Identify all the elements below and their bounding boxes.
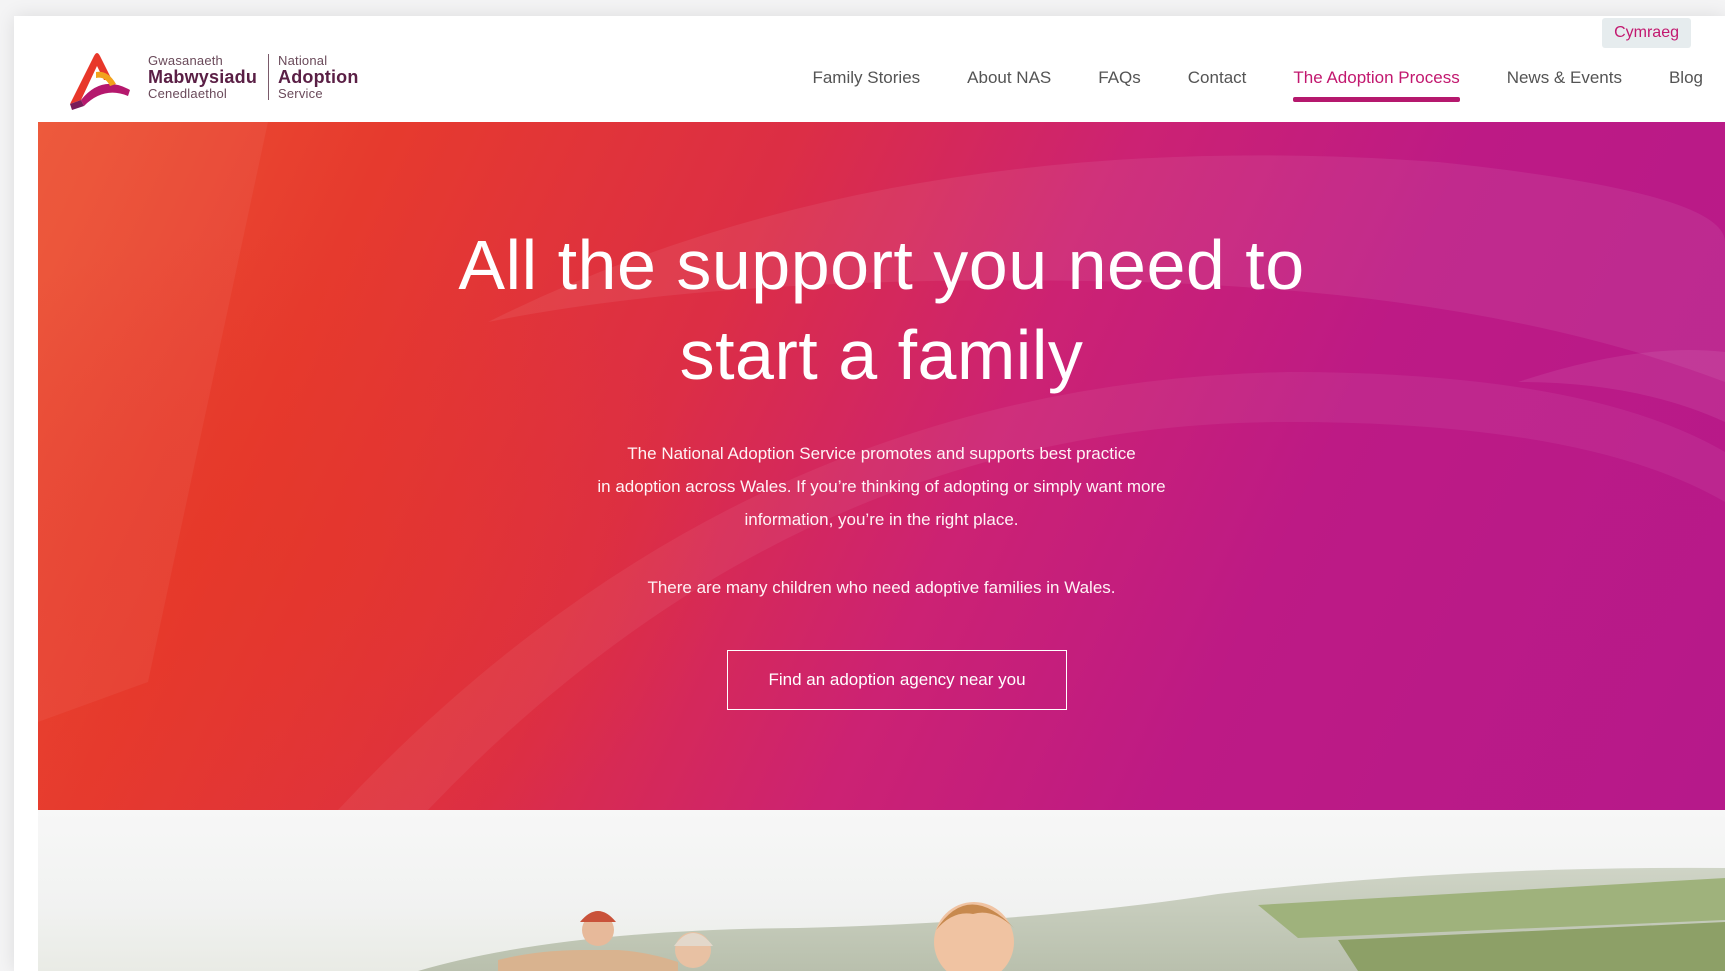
logo-welsh-line2: Mabwysiadu (148, 66, 258, 87)
nav-news-events[interactable]: News & Events (1507, 68, 1622, 98)
family-photo (38, 810, 1725, 971)
nav-the-adoption-process[interactable]: The Adoption Process (1293, 68, 1461, 102)
site-header: Gwasanaeth Mabwysiadu Cenedlaethol Natio… (14, 16, 1725, 122)
hero-description-line3: information, you’re in the right place. (744, 510, 1019, 529)
logo-welsh-line3: Cenedlaethol (148, 85, 228, 101)
logo-english-line3: Service (278, 85, 323, 101)
hero-description-line2: in adoption across Wales. If you’re thin… (597, 477, 1166, 496)
hero-title-line2: start a family (679, 316, 1084, 394)
nav-contact[interactable]: Contact (1188, 68, 1247, 98)
logo-english-line1: National (278, 53, 328, 68)
hero-note: There are many children who need adoptiv… (647, 578, 1116, 597)
nav-about-nas[interactable]: About NAS (967, 68, 1051, 98)
hero-title: All the support you need to start a fami… (38, 220, 1725, 400)
language-toggle-button[interactable]: Cymraeg (1602, 18, 1691, 48)
hero-title-line1: All the support you need to (458, 226, 1305, 304)
hero-banner: All the support you need to start a fami… (38, 122, 1725, 810)
browser-frame: Gwasanaeth Mabwysiadu Cenedlaethol Natio… (0, 0, 1725, 971)
site-logo[interactable]: Gwasanaeth Mabwysiadu Cenedlaethol Natio… (60, 34, 380, 118)
family-photo-icon (418, 867, 1725, 971)
nav-family-stories[interactable]: Family Stories (812, 68, 920, 98)
main-nav: Family Stories About NAS FAQs Contact Th… (765, 68, 1725, 102)
web-page: Gwasanaeth Mabwysiadu Cenedlaethol Natio… (14, 16, 1725, 971)
logo-welsh-name: Gwasanaeth Mabwysiadu Cenedlaethol (148, 54, 257, 100)
adoption-logo-icon (70, 53, 130, 110)
nav-faqs[interactable]: FAQs (1098, 68, 1141, 98)
hero-description-line1: The National Adoption Service promotes a… (627, 444, 1136, 463)
logo-welsh-line1: Gwasanaeth (148, 53, 223, 68)
find-agency-button[interactable]: Find an adoption agency near you (727, 650, 1067, 710)
logo-english-line2: Adoption (278, 66, 359, 87)
logo-english-name: National Adoption Service (268, 53, 359, 101)
nav-blog[interactable]: Blog (1669, 68, 1703, 98)
hero-description: The National Adoption Service promotes a… (38, 437, 1725, 536)
